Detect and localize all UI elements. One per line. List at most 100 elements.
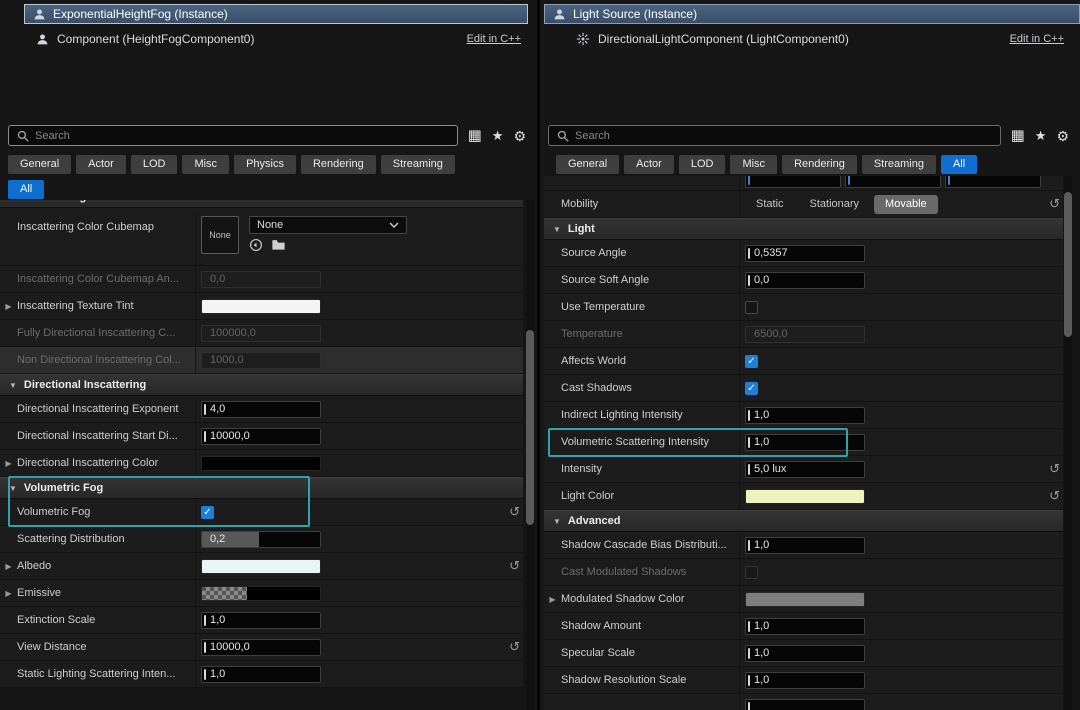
value-input[interactable]: 1,0 [745, 537, 865, 554]
section-header[interactable]: ▼Directional Inscattering [0, 374, 523, 396]
value-input[interactable]: 10000,0 [201, 639, 321, 656]
color-solid [247, 587, 320, 600]
color-swatch[interactable] [201, 299, 321, 314]
tab-general[interactable]: General [556, 155, 619, 174]
reset-to-default-button[interactable]: ↺ [1045, 461, 1063, 477]
scrollbar-thumb[interactable] [1064, 192, 1072, 337]
value-input[interactable] [745, 176, 841, 188]
search-box[interactable] [548, 125, 1001, 146]
tab-streaming[interactable]: Streaming [862, 155, 936, 174]
value-input[interactable]: 1,0 [745, 618, 865, 635]
mobility-stationary-button[interactable]: Stationary [799, 195, 871, 214]
section-header[interactable]: ▼Inscattering Texture [0, 200, 523, 208]
value-input[interactable]: 5,0 lux [745, 461, 865, 478]
reset-to-default-button[interactable]: ↺ [505, 504, 523, 520]
expander-icon[interactable]: ▶ [5, 589, 11, 598]
tab-lod[interactable]: LOD [131, 155, 178, 174]
checkbox[interactable]: ✓ [201, 506, 214, 519]
color-swatch[interactable] [201, 559, 321, 574]
reset-to-default-button[interactable]: ↺ [1045, 196, 1063, 212]
value-input[interactable]: 1,0 [745, 672, 865, 689]
expander-icon[interactable]: ▶ [5, 459, 11, 468]
component-row[interactable]: Component (HeightFogComponent0) Edit in … [0, 30, 537, 48]
favorites-star-icon[interactable]: ★ [1035, 129, 1047, 142]
value-input[interactable] [945, 176, 1041, 188]
search-input[interactable] [35, 130, 449, 142]
asset-dropdown[interactable]: None [249, 216, 407, 234]
row-control [739, 586, 1063, 612]
value-input[interactable] [745, 699, 865, 710]
tab-actor[interactable]: Actor [624, 155, 674, 174]
reset-to-default-button[interactable]: ↺ [505, 558, 523, 574]
use-selected-asset-icon[interactable] [249, 238, 263, 252]
tab-all[interactable]: All [8, 180, 44, 199]
component-label: DirectionalLightComponent (LightComponen… [598, 32, 849, 46]
edit-cpp-link[interactable]: Edit in C++ [1010, 33, 1064, 45]
tab-rendering[interactable]: Rendering [301, 155, 376, 174]
color-swatch[interactable] [201, 586, 321, 601]
checkbox[interactable]: ✓ [745, 382, 758, 395]
reset-to-default-button[interactable]: ↺ [505, 639, 523, 655]
color-swatch[interactable] [201, 456, 321, 471]
value-input[interactable]: 1,0 [745, 407, 865, 424]
tab-streaming[interactable]: Streaming [381, 155, 455, 174]
tab-misc[interactable]: Misc [730, 155, 777, 174]
section-label: Volumetric Fog [24, 482, 103, 494]
property-row: ▶Emissive [0, 580, 523, 607]
property-row: Volumetric Fog✓↺ [0, 499, 523, 526]
component-row[interactable]: DirectionalLightComponent (LightComponen… [540, 30, 1080, 48]
color-swatch[interactable] [745, 592, 865, 607]
value-input[interactable]: 0,5357 [745, 245, 865, 262]
checkbox[interactable]: ✓ [745, 355, 758, 368]
titlebar[interactable]: Light Source (Instance) [544, 4, 1080, 24]
edit-cpp-link[interactable]: Edit in C++ [467, 33, 521, 45]
value-input[interactable]: 10000,0 [201, 428, 321, 445]
grid-view-icon[interactable]: ▦ [468, 128, 482, 143]
value-input[interactable]: 6500,0 [745, 326, 865, 343]
tab-misc[interactable]: Misc [182, 155, 229, 174]
favorites-star-icon[interactable]: ★ [492, 129, 504, 142]
value-input[interactable] [845, 176, 941, 188]
tab-physics[interactable]: Physics [234, 155, 296, 174]
scrollbar-thumb[interactable] [526, 330, 534, 525]
value-input[interactable]: 1,0 [201, 666, 321, 683]
search-box[interactable] [8, 125, 458, 146]
value-input[interactable]: 4,0 [201, 401, 321, 418]
mobility-movable-button[interactable]: Movable [874, 195, 938, 214]
slider-input[interactable]: 0,2 [201, 531, 321, 548]
tab-general[interactable]: General [8, 155, 71, 174]
value-input[interactable]: 0,0 [745, 272, 865, 289]
value-input[interactable]: 1,0 [745, 434, 865, 451]
section-header[interactable]: ▼Light [544, 218, 1063, 240]
value-input[interactable]: 1,0 [201, 612, 321, 629]
tab-all[interactable]: All [941, 155, 977, 174]
expander-icon[interactable]: ▶ [549, 595, 555, 604]
search-input[interactable] [575, 130, 992, 142]
value-input[interactable]: 1000,0 [201, 352, 321, 369]
tab-rendering[interactable]: Rendering [782, 155, 857, 174]
property-label: Shadow Amount [561, 620, 739, 632]
color-swatch[interactable] [745, 489, 865, 504]
expander-icon[interactable]: ▶ [5, 302, 11, 311]
checkbox[interactable] [745, 301, 758, 314]
asset-thumbnail[interactable]: None [201, 216, 239, 254]
tab-lod[interactable]: LOD [679, 155, 726, 174]
expander-icon[interactable]: ▶ [5, 562, 11, 571]
section-header[interactable]: ▼Advanced [544, 510, 1063, 532]
property-row: Scattering Distribution0,2 [0, 526, 523, 553]
browse-to-asset-icon[interactable] [271, 238, 286, 252]
mobility-static-button[interactable]: Static [745, 195, 795, 214]
value-input[interactable]: 100000,0 [201, 325, 321, 342]
row-control: 0,0 [739, 267, 1063, 293]
tab-actor[interactable]: Actor [76, 155, 126, 174]
grid-view-icon[interactable]: ▦ [1011, 128, 1025, 143]
titlebar[interactable]: ExponentialHeightFog (Instance) [24, 4, 528, 24]
section-header[interactable]: ▼Volumetric Fog [0, 477, 523, 499]
checkbox[interactable] [745, 566, 758, 579]
property-row: Intensity5,0 lux↺ [544, 456, 1063, 483]
reset-to-default-button[interactable]: ↺ [1045, 488, 1063, 504]
settings-gear-icon[interactable]: ⚙ [1056, 129, 1069, 143]
value-input[interactable]: 0,0 [201, 271, 321, 288]
settings-gear-icon[interactable]: ⚙ [513, 129, 526, 143]
value-input[interactable]: 1,0 [745, 645, 865, 662]
